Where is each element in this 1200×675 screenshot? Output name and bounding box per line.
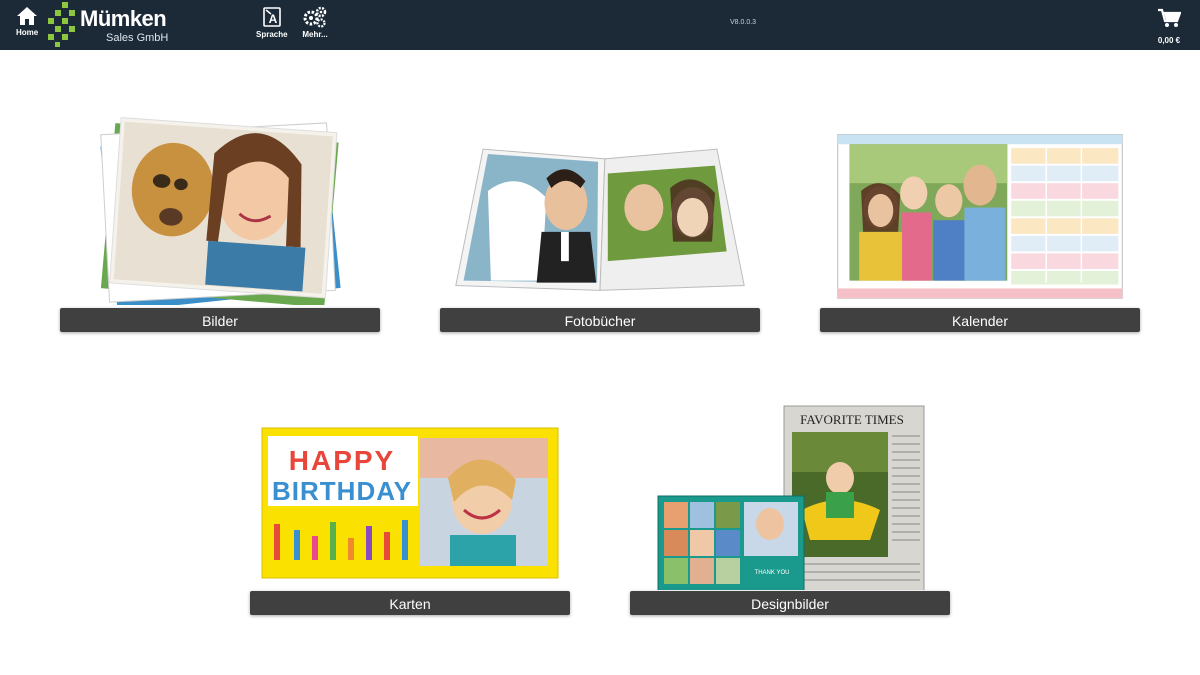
product-tile-kalender[interactable]: Kalender	[820, 115, 1140, 333]
bilder-shelf[interactable]: Bilder	[60, 308, 380, 332]
designbilder-label: Designbilder	[751, 596, 829, 612]
kalender-label: Kalender	[951, 313, 1009, 329]
designbilder-shelf[interactable]: Designbilder	[630, 591, 950, 615]
language-label: Sprache	[256, 30, 288, 39]
product-tile-designbilder[interactable]: FAVORITE TIMES THANK YOU Designbilder	[630, 400, 950, 616]
product-tile-fotobuecher[interactable]: Fotobücher	[440, 115, 760, 333]
karten-shelf[interactable]: Karten	[250, 591, 570, 615]
logo-brand: Mümken	[80, 6, 167, 31]
logo-subtitle: Sales GmbH	[106, 32, 169, 44]
language-icon: A	[262, 7, 281, 27]
karten-birthday-card-image: HAPPY BIRTHDAY	[261, 427, 559, 579]
bilder-photo-stack-image	[100, 117, 341, 305]
cart-total: 0,00 €	[1157, 36, 1181, 45]
language-button[interactable]: A Sprache	[256, 6, 288, 39]
fotobuecher-shelf[interactable]: Fotobücher	[440, 308, 760, 332]
birthday-line1-text: HAPPY	[289, 445, 395, 476]
company-logo: Mümken Sales GmbH	[48, 2, 178, 48]
version-label: V8.0.0.3	[730, 19, 757, 26]
kalender-shelf[interactable]: Kalender	[820, 308, 1140, 332]
cart-icon	[1158, 8, 1182, 27]
fotobuecher-label: Fotobücher	[564, 313, 636, 329]
cart-button[interactable]: 0,00 €	[1154, 8, 1184, 45]
product-tile-karten[interactable]: HAPPY BIRTHDAY Karten	[250, 400, 570, 616]
kalender-calendar-image	[837, 134, 1123, 299]
home-label: Home	[16, 28, 39, 37]
product-tile-bilder[interactable]: Bilder	[60, 115, 380, 333]
top-navigation-bar: Home Mümken Sales GmbH A Sprache Mehr...…	[0, 0, 1200, 50]
thank-you-text: THANK YOU	[755, 570, 790, 576]
more-button[interactable]: Mehr...	[302, 6, 328, 39]
gears-icon	[303, 6, 327, 28]
more-label: Mehr...	[302, 30, 328, 39]
newspaper-title-text: FAVORITE TIMES	[800, 412, 904, 427]
karten-label: Karten	[389, 596, 431, 612]
fotobuecher-photo-book-image	[455, 148, 745, 291]
bilder-label: Bilder	[202, 313, 238, 329]
designbilder-collage-image: FAVORITE TIMES THANK YOU	[657, 405, 925, 590]
home-button[interactable]: Home	[16, 6, 38, 37]
home-icon	[17, 7, 38, 25]
birthday-line2-text: BIRTHDAY	[272, 476, 412, 506]
